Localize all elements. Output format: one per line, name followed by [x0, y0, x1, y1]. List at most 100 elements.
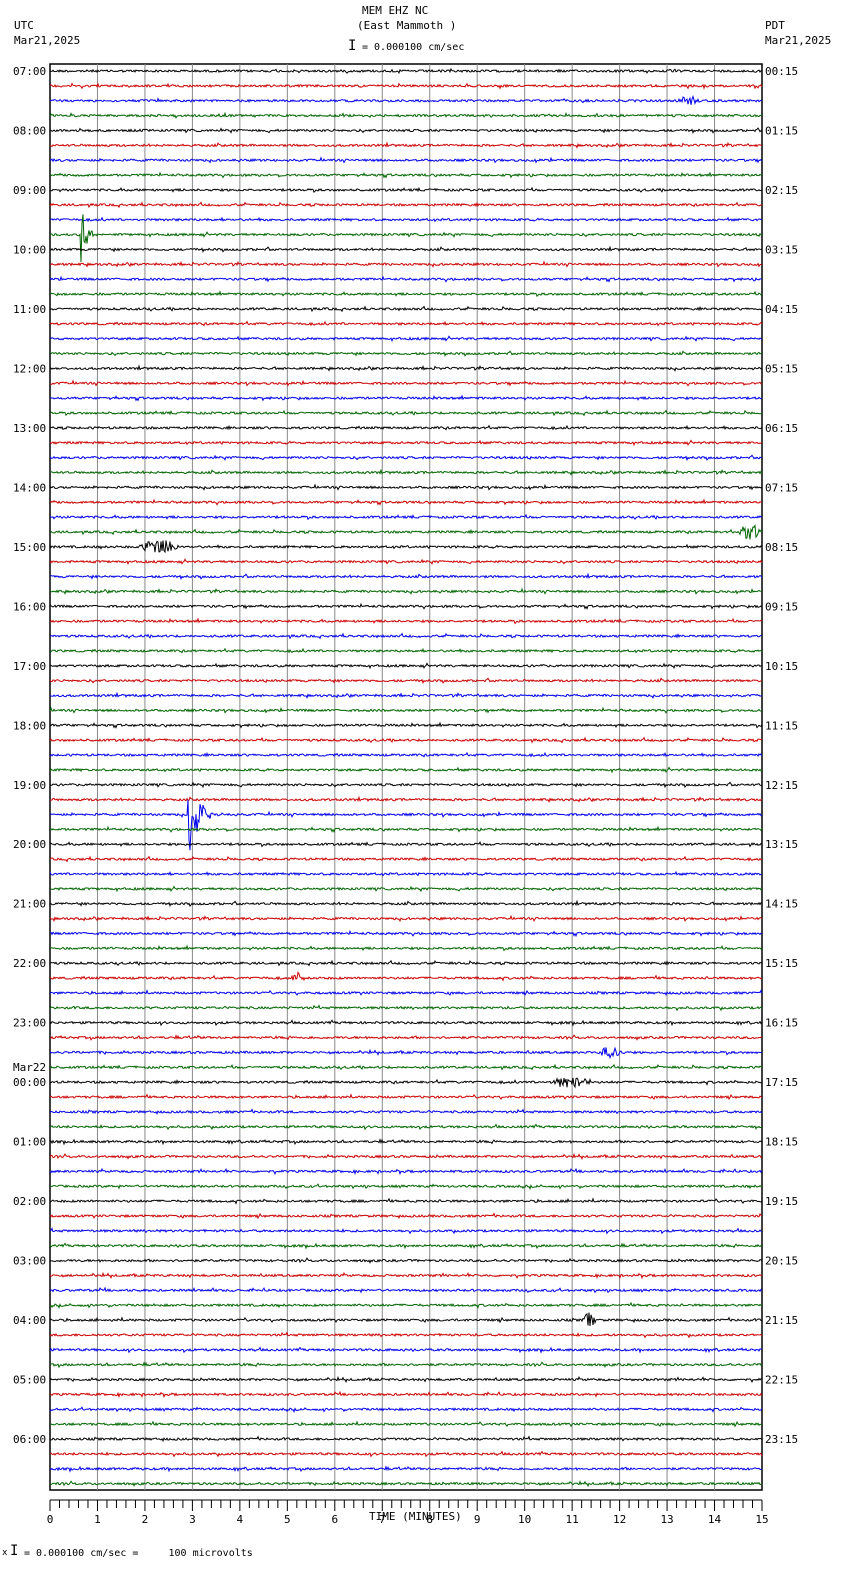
right-hour-label: 06:15 [765, 422, 798, 435]
trace-line [49, 971, 763, 982]
left-hour-label: 17:00 [13, 660, 46, 673]
right-hour-label: 16:15 [765, 1017, 798, 1030]
trace-line [50, 468, 763, 476]
x-tick-label: 7 [379, 1513, 386, 1526]
trace-line [49, 214, 763, 263]
trace-line [50, 795, 763, 803]
trace-line [49, 899, 763, 908]
right-hour-label: 19:15 [765, 1195, 798, 1208]
right-hour-label: 11:15 [765, 719, 798, 732]
seismogram-plot: 07:00 08:00 09:00 10:00 11:00 12:00 13:00 14:00… [13, 63, 798, 1526]
trace-line [49, 989, 763, 997]
trace-line [49, 558, 763, 566]
trace-line [49, 736, 763, 744]
trace-line [49, 156, 763, 164]
left-hour-label: 02:00 [13, 1195, 46, 1208]
left-hour-label: 06:00 [13, 1433, 46, 1446]
trace-line [49, 721, 763, 729]
right-hour-label: 02:15 [765, 184, 798, 197]
right-hour-label: 03:15 [765, 243, 798, 256]
trace-line [49, 1093, 763, 1101]
trace-line [49, 1480, 763, 1488]
trace-line [49, 82, 763, 90]
trace-line [49, 290, 763, 298]
right-hour-label: 20:15 [765, 1255, 798, 1268]
trace-line [49, 1019, 763, 1027]
trace-line [49, 424, 763, 431]
left-hour-label: 08:00 [13, 124, 46, 137]
trace-line [49, 647, 763, 654]
left-hour-label: 03:00 [13, 1255, 46, 1268]
trace-line [49, 523, 763, 540]
trace-line [49, 171, 763, 179]
helicorder-page: MEM EHZ NC (East Mammoth ) UTC Mar21,202… [0, 0, 850, 1584]
left-hour-label: 10:00 [13, 243, 46, 256]
right-hour-label: 14:15 [765, 898, 798, 911]
trace-line [49, 1312, 763, 1327]
trace-line [49, 1123, 763, 1131]
trace-line [49, 587, 763, 595]
trace-line [49, 260, 763, 268]
trace-line [49, 275, 763, 283]
left-hour-label: 23:00 [13, 1017, 46, 1030]
trace-line [49, 870, 763, 877]
trace-line [49, 1450, 763, 1458]
trace-line [49, 1212, 763, 1220]
trace-line [49, 1361, 763, 1369]
trace-line [49, 677, 762, 685]
x-tick-label: 1 [94, 1513, 101, 1526]
x-tick-label: 0 [47, 1513, 54, 1526]
trace-line [49, 1346, 762, 1354]
right-hour-label: 21:15 [765, 1314, 798, 1327]
left-hour-label: 04:00 [13, 1314, 46, 1327]
left-hour-label: 20:00 [13, 838, 46, 851]
trace-line [49, 1406, 763, 1414]
right-hour-label: 15:15 [765, 957, 798, 970]
trace-line [49, 1046, 763, 1060]
left-hour-label: 15:00 [13, 541, 46, 554]
trace-line [49, 766, 763, 774]
left-hour-label: 00:00 [13, 1076, 46, 1089]
trace-line [49, 799, 763, 851]
right-hour-label: 00:15 [765, 65, 798, 78]
trace-line [49, 929, 763, 938]
trace-line [49, 320, 763, 327]
right-hour-label: 05:15 [765, 362, 798, 375]
trace-line [49, 111, 763, 119]
trace-line [49, 1257, 763, 1264]
trace-line [49, 855, 763, 863]
x-tick-label: 8 [426, 1513, 433, 1526]
right-hour-label: 17:15 [765, 1076, 798, 1089]
trace-line [49, 127, 763, 134]
x-tick-label: 5 [284, 1513, 291, 1526]
x-tick-label: 9 [474, 1513, 481, 1526]
trace-line [49, 394, 763, 402]
trace-line [49, 1286, 763, 1294]
right-hour-label: 09:15 [765, 600, 798, 613]
trace-line [49, 632, 763, 640]
trace-line [49, 141, 763, 149]
trace-line [49, 1227, 763, 1235]
right-hour-label: 01:15 [765, 124, 798, 137]
left-hour-label: 01:00 [13, 1136, 46, 1149]
left-hour-label: 12:00 [13, 362, 46, 375]
left-hour-label: 05:00 [13, 1374, 46, 1387]
trace-line [49, 1331, 763, 1339]
left-date-change-label: Mar22 [13, 1061, 46, 1074]
right-hour-label: 18:15 [765, 1136, 798, 1149]
trace-line [49, 95, 763, 105]
trace-line [49, 1301, 763, 1309]
right-hour-label: 12:15 [765, 779, 798, 792]
trace-line [49, 409, 763, 417]
trace-line [49, 439, 763, 447]
right-hour-label: 22:15 [765, 1374, 798, 1387]
trace-line [49, 781, 763, 789]
trace-line [49, 1435, 763, 1443]
left-hour-label: 07:00 [13, 65, 46, 78]
right-hour-label: 07:15 [765, 481, 798, 494]
trace-line [49, 1138, 763, 1146]
left-hour-label: 13:00 [13, 422, 46, 435]
trace-line [49, 1197, 763, 1205]
trace-line [49, 706, 763, 714]
trace-line [49, 379, 763, 387]
